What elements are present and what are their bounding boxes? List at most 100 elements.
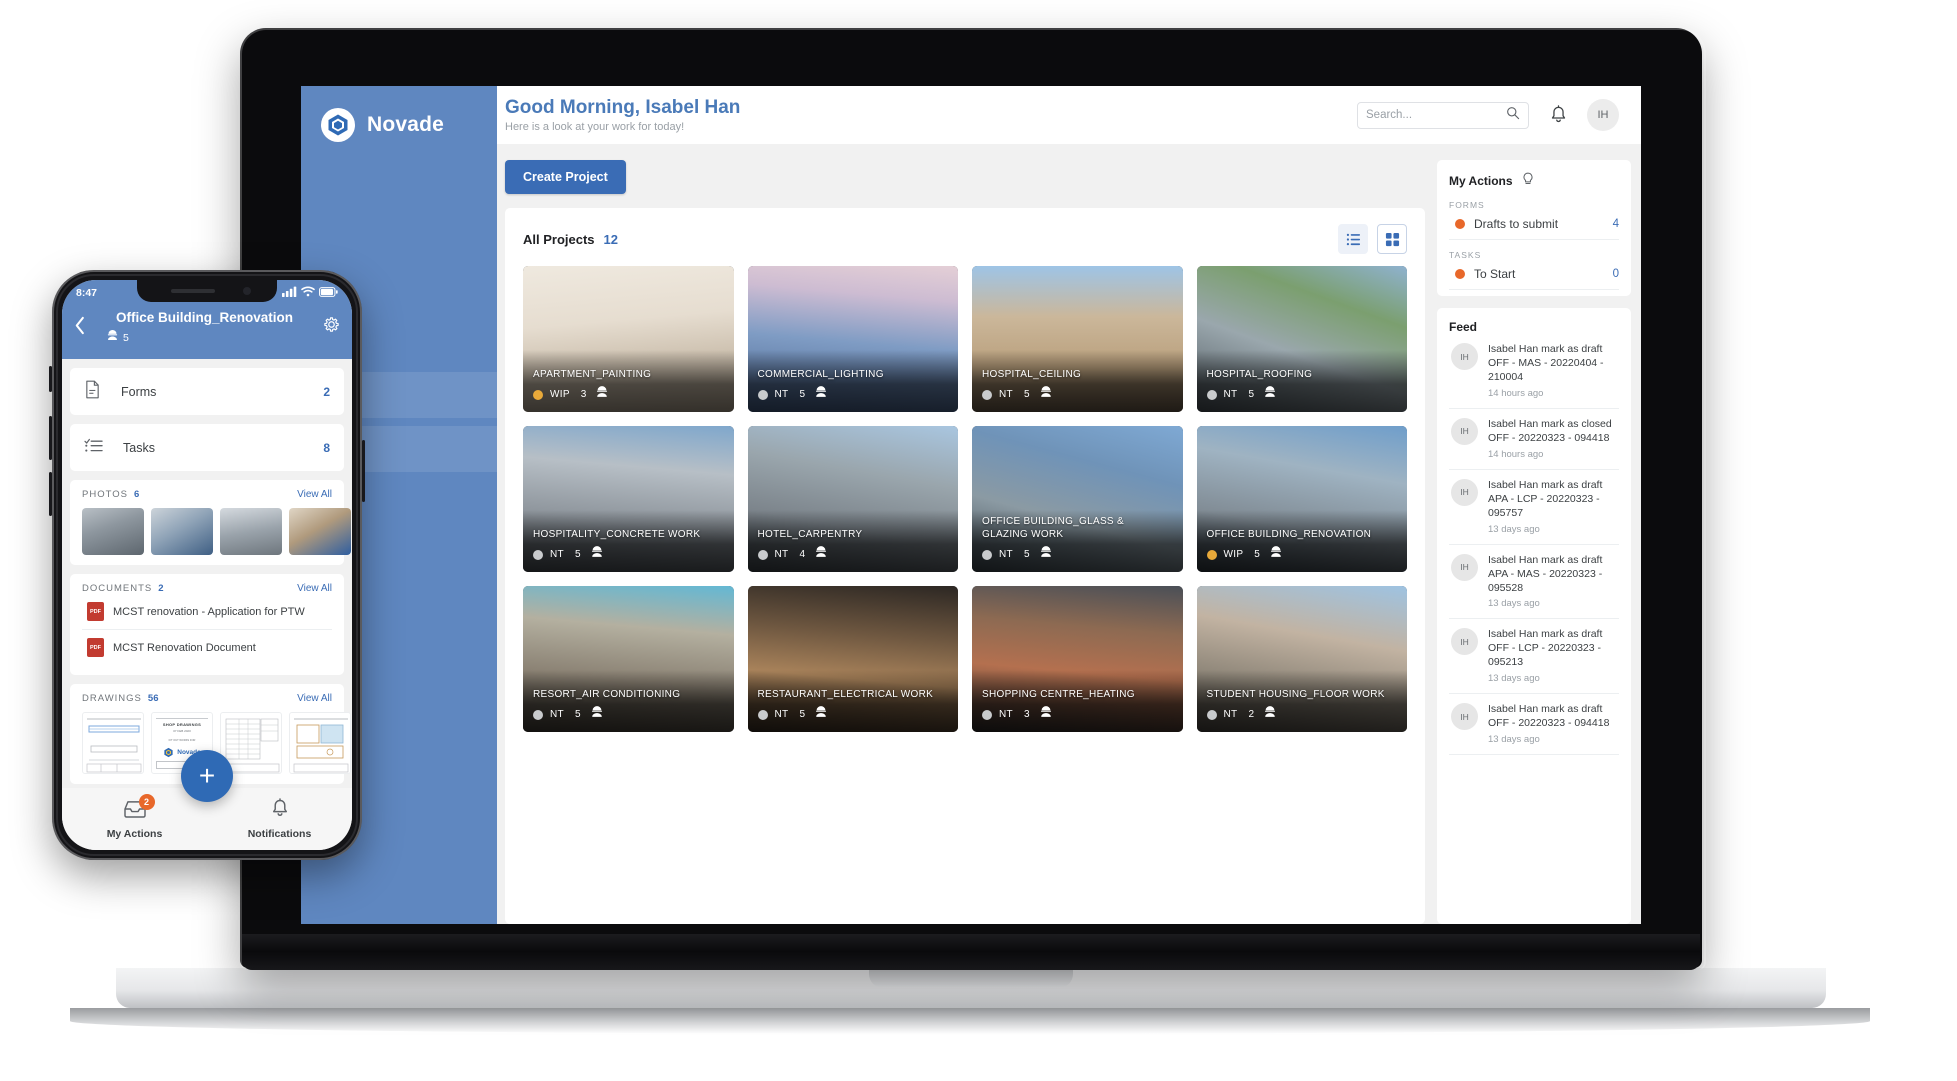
project-people-count: 5: [799, 389, 805, 400]
phone-menu-row[interactable]: Tasks 8: [70, 424, 344, 472]
phone-photo-thumbnails: [82, 508, 351, 556]
feed-avatar: IH: [1451, 343, 1478, 370]
feed-text: Isabel Han mark as draft OFF - LCP - 202…: [1488, 628, 1603, 669]
photo-thumb[interactable]: [151, 508, 213, 556]
project-status-row: NT 5: [982, 545, 1173, 564]
status-dot: [1455, 269, 1465, 279]
project-people-count: 5: [1254, 549, 1260, 560]
grid-view-button[interactable]: [1377, 224, 1407, 254]
create-project-button[interactable]: Create Project: [505, 160, 626, 194]
feed-time: 14 hours ago: [1488, 448, 1544, 460]
project-card[interactable]: COMMERCIAL_LIGHTING NT 5: [747, 266, 958, 412]
avatar[interactable]: IH: [1587, 99, 1619, 131]
phone-document-item[interactable]: PDF MCST renovation - Application for PT…: [82, 594, 332, 631]
feed-item[interactable]: IH Isabel Han mark as draft OFF - MAS - …: [1449, 334, 1619, 409]
status-dot: [757, 549, 768, 560]
photo-thumb[interactable]: [289, 508, 351, 556]
project-meta: HOSPITAL_ROOFING NT 5: [1206, 369, 1398, 405]
greeting: Good Morning, Isabel Han Here is a look …: [505, 97, 1357, 133]
phone-document-item[interactable]: PDF MCST Renovation Document: [82, 630, 332, 665]
notifications-bell-icon[interactable]: [1543, 100, 1573, 130]
phone-document-name: MCST renovation - Application for PTW: [113, 605, 305, 618]
project-card[interactable]: HOSPITAL_CEILING NT 5: [972, 266, 1183, 412]
feed-item[interactable]: IH Isabel Han mark as draft APA - MAS - …: [1449, 545, 1619, 620]
worker-icon: [106, 329, 119, 347]
project-card[interactable]: SHOPPING CENTRE_HEATING NT 3: [972, 586, 1183, 732]
phone-clock: 8:47: [76, 287, 98, 299]
feed-item[interactable]: IH Isabel Han mark as draft APA - LCP - …: [1449, 470, 1619, 545]
feed-list: IH Isabel Han mark as draft OFF - MAS - …: [1449, 334, 1619, 756]
photo-thumb[interactable]: [220, 508, 282, 556]
drawing-thumb[interactable]: [82, 712, 144, 775]
back-icon[interactable]: [74, 316, 86, 340]
phone-power-button[interactable]: [362, 440, 365, 502]
drawing-thumb[interactable]: [289, 712, 351, 775]
my-actions-title: My Actions: [1449, 172, 1619, 190]
phone-photos-view-all[interactable]: View All: [297, 489, 332, 500]
project-status-row: WIP 5: [1206, 545, 1398, 564]
gear-icon[interactable]: [323, 316, 340, 338]
projects-title: All Projects: [523, 231, 595, 247]
project-card[interactable]: OFFICE BUILDING_RENOVATION WIP 5: [1196, 426, 1407, 572]
project-card[interactable]: HOTEL_CARPENTRY NT 4: [747, 426, 958, 572]
my-actions-item[interactable]: To Start 0: [1449, 260, 1619, 290]
tab-my-actions[interactable]: 2 My Actions: [62, 793, 207, 840]
photo-thumb[interactable]: [82, 508, 144, 556]
project-people-count: 3: [580, 389, 587, 400]
projects-pane: Create Project All Projects 12 APARTMENT…: [497, 144, 1425, 924]
status-dot: [982, 549, 992, 560]
phone-drawings-view-all[interactable]: View All: [297, 693, 332, 704]
project-card[interactable]: STUDENT HOUSING_FLOOR WORK NT 2: [1196, 586, 1407, 732]
feed-card: Feed IH Isabel Han mark as draft OFF - M…: [1437, 308, 1631, 924]
project-card[interactable]: APARTMENT_PAINTING WIP 3: [523, 266, 734, 412]
phone-documents-list: PDF MCST renovation - Application for PT…: [82, 594, 332, 665]
project-status-row: NT 5: [757, 385, 949, 404]
project-people-count: 5: [1023, 389, 1030, 400]
project-status: NT: [774, 389, 789, 400]
tab-notifications-label: Notifications: [247, 828, 312, 840]
checklist-icon: [84, 437, 103, 459]
projects-header: All Projects 12: [523, 222, 1407, 256]
view-toggle: [1338, 224, 1407, 254]
project-card[interactable]: HOSPITALITY_CONCRETE WORK NT 5: [523, 426, 734, 572]
list-view-button[interactable]: [1338, 224, 1368, 254]
feed-text: Isabel Han mark as draft OFF - MAS - 202…: [1488, 343, 1604, 383]
project-card[interactable]: HOSPITAL_ROOFING NT 5: [1196, 266, 1407, 412]
my-actions-item[interactable]: Drafts to submit 4: [1449, 210, 1619, 240]
inbox-icon: 2: [123, 793, 155, 824]
brand-name: Novade: [367, 113, 445, 136]
search-input[interactable]: [1366, 109, 1500, 121]
search-box[interactable]: [1357, 101, 1529, 129]
lightbulb-icon[interactable]: [1521, 172, 1535, 190]
phone-drawings-header: DRAWINGS 56 View All: [82, 693, 332, 704]
worker-icon: [1039, 385, 1053, 404]
project-card[interactable]: RESTAURANT_ELECTRICAL WORK NT 5: [747, 586, 958, 732]
laptop-lid: Novade Good Morning, Isabel Han Here is …: [240, 28, 1706, 970]
feed-item[interactable]: IH Isabel Han mark as draft OFF - LCP - …: [1449, 619, 1619, 695]
projects-grid: APARTMENT_PAINTING WIP 3 COMMERCIAL_LIGH…: [523, 266, 1407, 732]
project-card[interactable]: OFFICE BUILDING_GLASS & GLAZING WORK NT …: [972, 426, 1183, 572]
phone-menu-row-count: 8: [323, 440, 330, 455]
project-meta: APARTMENT_PAINTING WIP 3: [533, 369, 724, 405]
my-actions-card: My Actions FORMS Drafts to submit 4 TASK…: [1437, 160, 1631, 296]
feed-item[interactable]: IH Isabel Han mark as closed OFF - 20220…: [1449, 409, 1619, 470]
status-dot: [982, 389, 992, 400]
projects-card: All Projects 12 APARTMENT_PAINTING WIP 3…: [505, 208, 1425, 924]
phone-header: Office Building_Renovation 5: [62, 306, 352, 360]
phone-drawings-title: DRAWINGS: [82, 693, 142, 705]
phone-photos-count: 6: [133, 489, 140, 501]
feed-avatar: IH: [1451, 703, 1478, 731]
feed-time: 13 days ago: [1488, 734, 1540, 746]
add-button[interactable]: +: [181, 750, 233, 802]
project-meta: STUDENT HOUSING_FLOOR WORK NT 2: [1206, 689, 1398, 725]
feed-item[interactable]: IH Isabel Han mark as draft OFF - 202203…: [1449, 694, 1619, 756]
phone-menu-row[interactable]: Forms 2: [70, 368, 344, 416]
project-card[interactable]: RESORT_AIR CONDITIONING NT 5: [523, 586, 734, 732]
feed-text: Isabel Han mark as draft APA - MAS - 202…: [1488, 553, 1603, 594]
phone-documents-view-all[interactable]: View All: [297, 583, 332, 594]
project-name: COMMERCIAL_LIGHTING: [757, 368, 884, 380]
phone-drawings-count: 56: [147, 693, 159, 705]
tab-notifications[interactable]: Notifications: [207, 798, 352, 840]
project-meta: RESTAURANT_ELECTRICAL WORK NT 5: [757, 689, 949, 725]
phone-menu-rows: Forms 2 Tasks 8: [62, 368, 352, 472]
